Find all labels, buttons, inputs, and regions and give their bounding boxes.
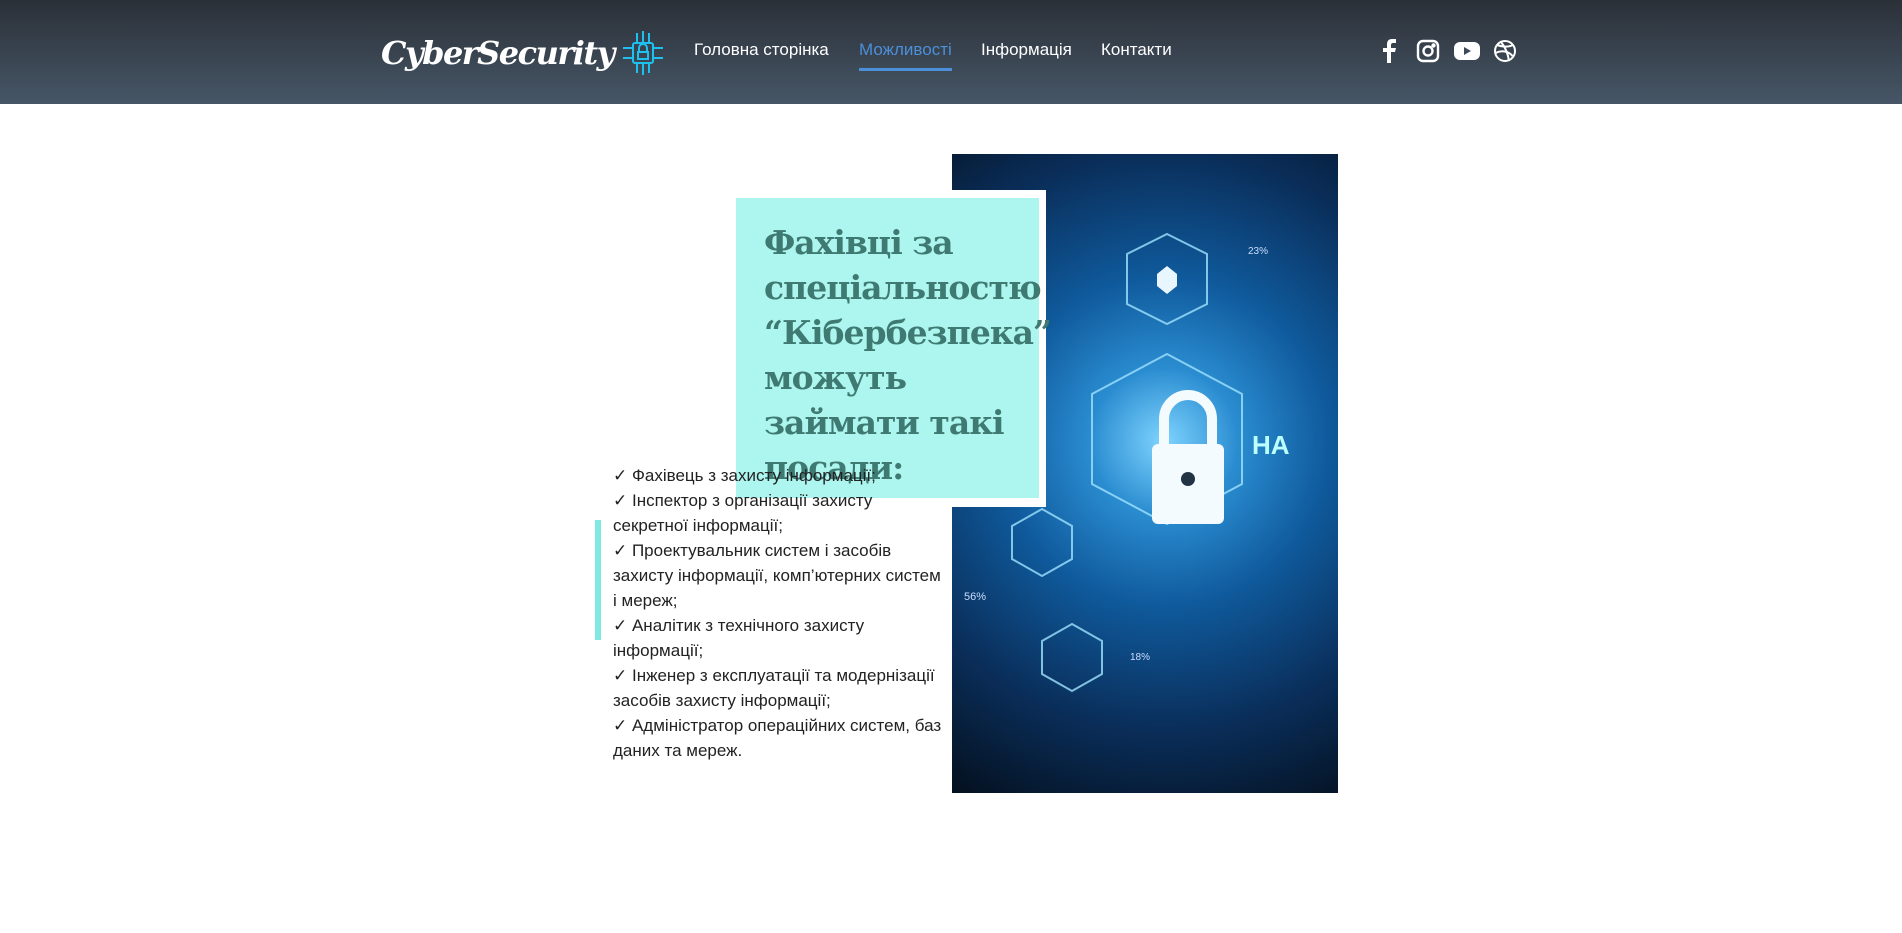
list-item: ✓ Адміністратор операційних систем, баз …	[613, 716, 942, 760]
accent-bar	[595, 520, 601, 640]
image-text: HA	[1252, 430, 1290, 460]
positions-list: ✓ Фахівець з захисту інформації; ✓ Інспе…	[613, 463, 943, 763]
site-header: CyberSecurity Головна сторінка Можливост…	[0, 0, 1902, 104]
nav-contacts[interactable]: Контакти	[1101, 40, 1172, 60]
facebook-icon[interactable]	[1376, 38, 1402, 64]
circuit-lock-icon	[622, 31, 663, 75]
instagram-icon[interactable]	[1415, 38, 1441, 64]
image-text: 23%	[1248, 246, 1268, 257]
list-item: ✓ Проектувальник систем і засобів захист…	[613, 541, 941, 610]
nav-info[interactable]: Інформація	[981, 40, 1072, 60]
list-item: ✓ Інспектор з організації захисту секрет…	[613, 491, 873, 535]
nav-home[interactable]: Головна сторінка	[694, 40, 829, 60]
youtube-icon[interactable]	[1454, 38, 1480, 64]
nav-features[interactable]: Можливості	[859, 40, 952, 71]
list-item: ✓ Аналітик з технічного захисту інформац…	[613, 616, 865, 660]
image-text: 18%	[1130, 652, 1150, 663]
heading-box: Фахівці за спеціальностю “Кібербезпека” …	[736, 198, 1052, 498]
dribbble-icon[interactable]	[1492, 38, 1518, 64]
page-title: Фахівці за спеціальностю “Кібербезпека” …	[764, 223, 1052, 487]
logo[interactable]: CyberSecurity	[381, 28, 666, 78]
list-item: ✓ Фахівець з захисту інформації;	[613, 466, 876, 485]
image-text: 56%	[964, 591, 986, 603]
list-item: ✓ Інженер з експлуатації та модернізації…	[613, 666, 935, 710]
